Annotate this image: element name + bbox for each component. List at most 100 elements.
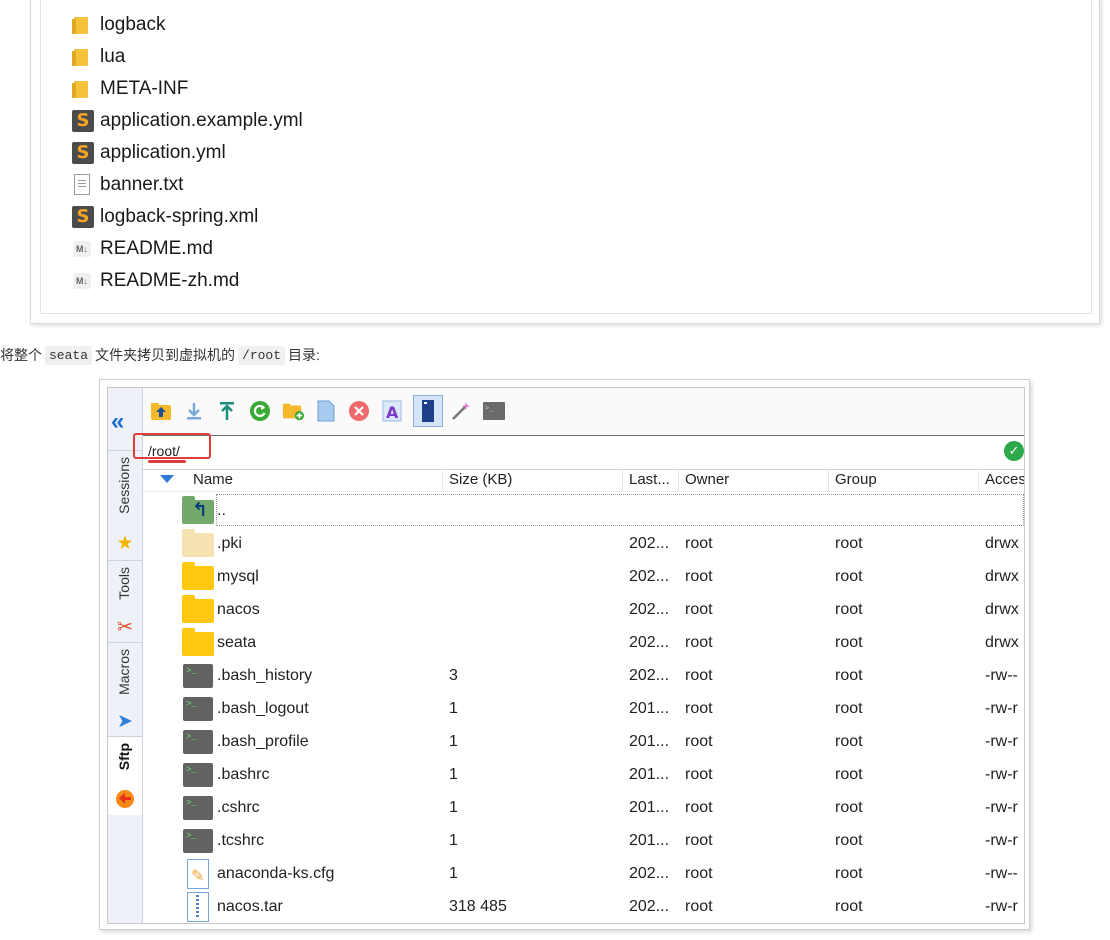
tab-label: Sftp (116, 743, 132, 771)
sublime-file-icon: S (71, 110, 94, 132)
table-row[interactable]: ✎ anaconda-ks.cfg 1 202... root root -rw-- (143, 857, 1024, 890)
table-row[interactable]: .pki 202... root root drwx (143, 527, 1024, 560)
size-cell: 1 (449, 700, 458, 717)
terminal-file-icon: >_ (182, 694, 214, 722)
owner-cell: root (685, 535, 713, 552)
table-row[interactable]: >_ .cshrc 1 201... root root -rw-r (143, 791, 1024, 824)
group-cell: root (835, 568, 863, 585)
terminal-icon[interactable]: >_ (483, 400, 505, 422)
last-modified-cell: 202... (629, 667, 670, 684)
svg-text:A: A (386, 403, 399, 422)
folder-icon (182, 595, 214, 623)
name-cell: .. (217, 502, 226, 519)
paper-plane-icon: ➤ (117, 711, 133, 732)
owner-cell: root (685, 799, 713, 816)
group-cell: root (835, 601, 863, 618)
file-list: logback lua META-INF S application.examp… (40, 0, 1092, 314)
magic-wand-icon[interactable] (450, 400, 472, 422)
download-icon[interactable] (183, 400, 205, 422)
sftp-icon (114, 789, 136, 811)
file-name: banner.txt (100, 174, 184, 195)
size-cell: 1 (449, 766, 458, 783)
group-cell: root (835, 733, 863, 750)
list-item-readme-zh-md[interactable]: M↓ README-zh.md (71, 269, 239, 293)
column-header-access[interactable]: Access (979, 469, 1024, 491)
list-item-readme-md[interactable]: M↓ README.md (71, 237, 213, 261)
list-item-meta-inf[interactable]: META-INF (71, 77, 188, 101)
name-cell: seata (217, 634, 257, 651)
toggle-panel-icon[interactable] (413, 395, 443, 427)
file-name: application.example.yml (100, 110, 303, 131)
list-item-banner-txt[interactable]: banner.txt (71, 173, 183, 197)
caption-text: 文件夹拷贝到虚拟机的 (95, 347, 236, 363)
terminal-file-icon: >_ (182, 793, 214, 821)
access-cell: drwx (985, 634, 1019, 651)
screenshot-frame: « Sessions ★ Tools ✂ Macros ➤ Sftp A >_ … (99, 379, 1030, 930)
owner-cell: root (685, 733, 713, 750)
file-explorer-panel: logback lua META-INF S application.examp… (30, 0, 1100, 324)
parent-folder-icon[interactable] (150, 400, 172, 422)
table-row[interactable]: nacos 202... root root drwx (143, 593, 1024, 626)
rename-icon[interactable]: A (381, 400, 403, 422)
table-header: Name Size (KB) Last... Owner Group Acces… (143, 469, 1024, 492)
tab-label: Sessions (116, 457, 132, 514)
folder-icon (71, 14, 93, 36)
folder-icon (182, 562, 214, 590)
upload-icon[interactable] (216, 400, 238, 422)
table-row[interactable]: >_ .bash_profile 1 201... root root -rw-r (143, 725, 1024, 758)
list-item-application-yml[interactable]: S application.yml (71, 141, 226, 165)
star-icon: ★ (116, 533, 134, 554)
refresh-icon[interactable] (249, 400, 271, 422)
group-cell: root (835, 898, 863, 915)
table-row[interactable]: >_ .tcshrc 1 201... root root -rw-r (143, 824, 1024, 857)
name-cell: .cshrc (217, 799, 260, 816)
file-name: lua (100, 46, 126, 67)
last-modified-cell: 201... (629, 733, 670, 750)
list-item-lua[interactable]: lua (71, 45, 125, 69)
tab-sftp[interactable]: Sftp (108, 736, 142, 815)
owner-cell: root (685, 898, 713, 915)
column-header-size[interactable]: Size (KB) (443, 469, 623, 491)
new-folder-icon[interactable] (282, 400, 304, 422)
table-row[interactable]: ↰.. (143, 494, 1024, 527)
folder-icon (182, 529, 214, 557)
name-cell: .bash_profile (217, 733, 309, 750)
instruction-text: 将整个 seata 文件夹拷贝到虚拟机的 /root 目录: (0, 344, 320, 366)
tab-macros[interactable]: Macros ➤ (108, 642, 142, 737)
collapse-sidebar-icon[interactable]: « (111, 410, 124, 434)
new-file-icon[interactable] (315, 400, 337, 422)
delete-icon[interactable] (348, 400, 370, 422)
column-header-owner[interactable]: Owner (679, 469, 829, 491)
tab-tools[interactable]: Tools ✂ (108, 560, 142, 643)
tab-label: Macros (116, 649, 132, 695)
list-item-logback[interactable]: logback (71, 13, 166, 37)
table-row[interactable]: mysql 202... root root drwx (143, 560, 1024, 593)
sort-arrow-icon[interactable] (160, 475, 174, 483)
access-cell: drwx (985, 568, 1019, 585)
folder-icon (71, 46, 93, 68)
column-header-last-modified[interactable]: Last... (623, 469, 679, 491)
name-cell: .tcshrc (217, 832, 265, 849)
table-row[interactable]: >_ .bash_history 3 202... root root -rw-- (143, 659, 1024, 692)
list-item-logback-spring-xml[interactable]: S logback-spring.xml (71, 205, 258, 229)
check-icon[interactable]: ✓ (1004, 441, 1024, 461)
tab-sessions[interactable]: Sessions ★ (108, 450, 142, 561)
table-row[interactable]: >_ .bashrc 1 201... root root -rw-r (143, 758, 1024, 791)
owner-cell: root (685, 601, 713, 618)
list-item-application-example-yml[interactable]: S application.example.yml (71, 109, 303, 133)
last-modified-cell: 202... (629, 568, 670, 585)
terminal-file-icon: >_ (182, 727, 214, 755)
tools-icon: ✂ (117, 617, 133, 638)
folder-icon (71, 78, 93, 100)
column-header-name[interactable]: Name (187, 469, 443, 491)
name-cell: .pki (217, 535, 242, 552)
file-name: README-zh.md (100, 270, 240, 291)
table-row[interactable]: >_ .bash_logout 1 201... root root -rw-r (143, 692, 1024, 725)
table-row[interactable]: nacos.tar 318 485 202... root root -rw-r (143, 890, 1024, 923)
folder-icon (182, 628, 214, 656)
table-row[interactable]: seata 202... root root drwx (143, 626, 1024, 659)
tab-label: Tools (116, 567, 132, 600)
path-bar: /root/ ✓ (133, 433, 1024, 470)
column-header-group[interactable]: Group (829, 469, 979, 491)
sftp-window: « Sessions ★ Tools ✂ Macros ➤ Sftp A >_ … (107, 387, 1025, 924)
